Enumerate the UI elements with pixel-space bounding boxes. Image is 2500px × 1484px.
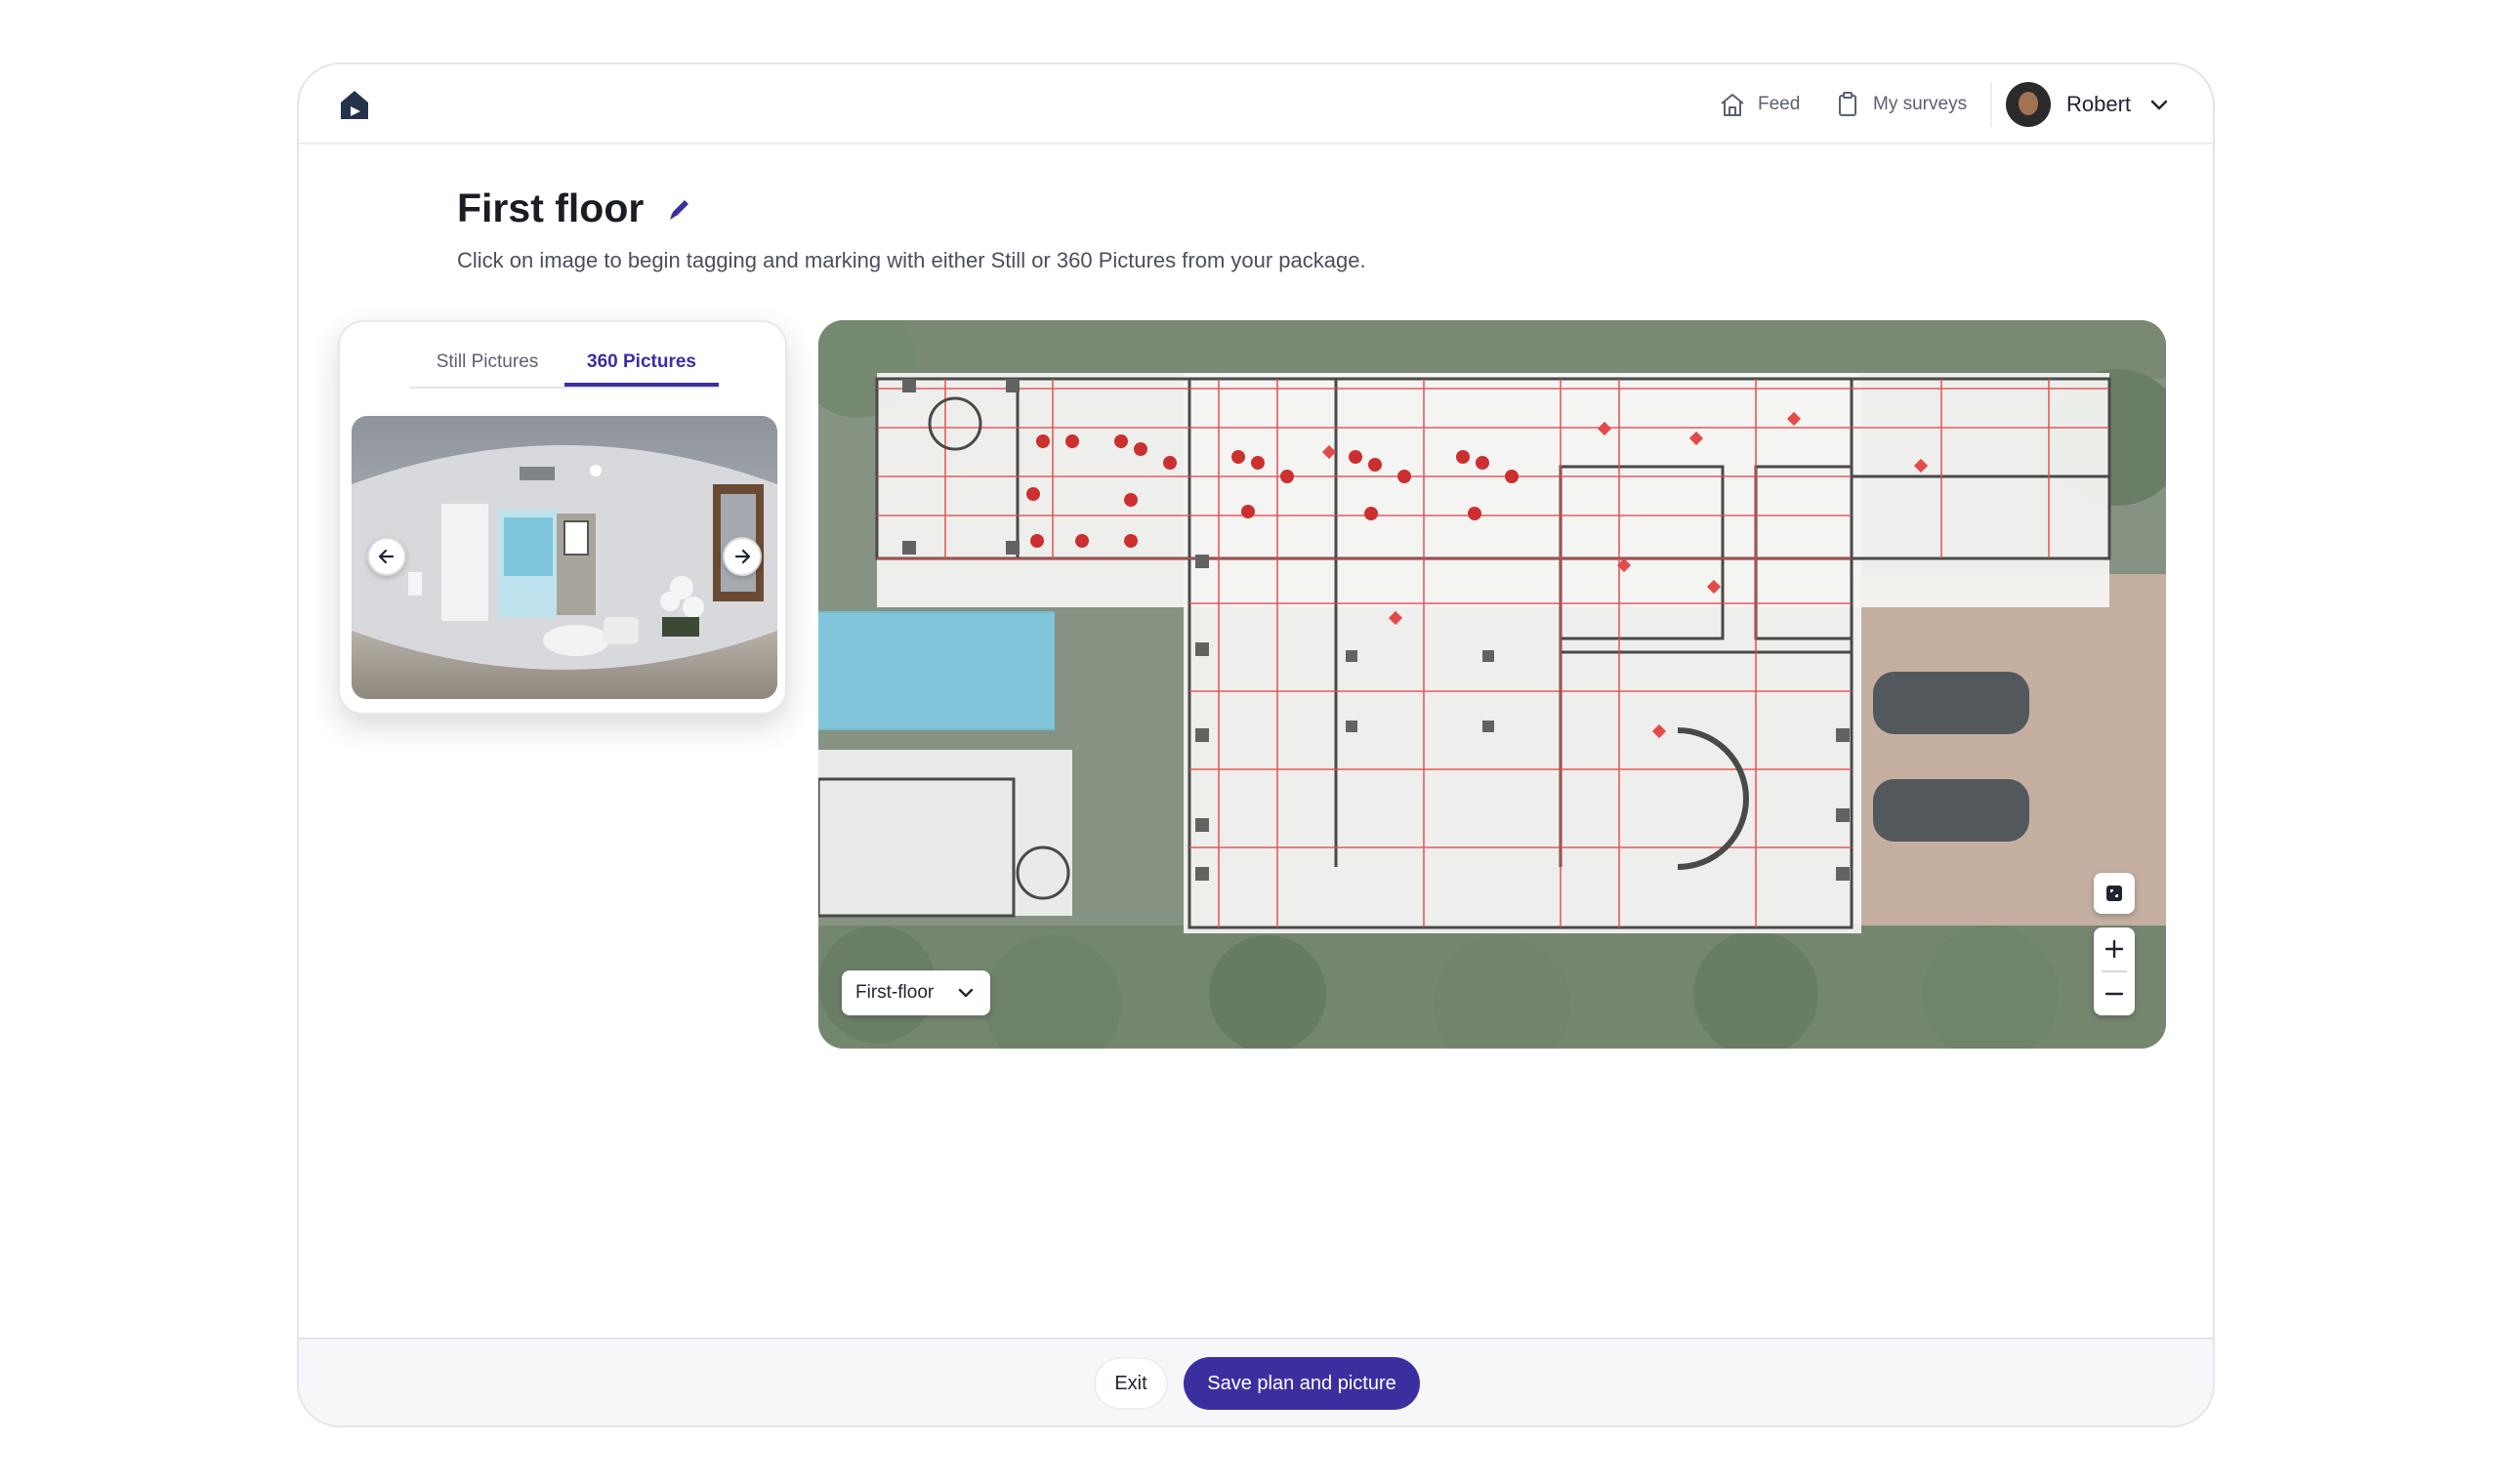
footer-action-bar: Exit Save plan and picture — [299, 1338, 2213, 1425]
page-title: First floor — [457, 186, 645, 230]
home-icon — [1721, 94, 1744, 116]
top-navigation-bar: Feed My surveys Robert — [299, 64, 2213, 144]
nav-feed-link[interactable]: Feed — [1717, 86, 1800, 123]
panorama-preview[interactable] — [352, 416, 777, 699]
app-window: Feed My surveys Robert First floor Click… — [297, 62, 2215, 1427]
clipboard-icon — [1839, 92, 1856, 116]
fullscreen-button[interactable] — [2094, 873, 2135, 914]
zoom-controls — [2094, 928, 2135, 1015]
user-name: Robert — [2066, 92, 2132, 116]
floor-plan-image — [818, 320, 2166, 1049]
arrow-left-icon — [378, 549, 395, 564]
floor-select-value: First-floor — [855, 982, 935, 1003]
floor-select-dropdown[interactable]: First-floor — [842, 970, 990, 1015]
nav-feed-label: Feed — [1758, 94, 1801, 114]
minus-icon — [2104, 992, 2124, 996]
nav-divider — [1990, 82, 1992, 127]
zoom-out-button[interactable] — [2094, 972, 2135, 1015]
nav-my-surveys-label: My surveys — [1873, 94, 1968, 114]
house-logo-icon[interactable] — [336, 86, 373, 123]
next-picture-button[interactable] — [723, 537, 762, 576]
picture-panel: Still Pictures 360 Pictures — [338, 320, 787, 715]
user-menu[interactable]: Robert — [2006, 80, 2172, 129]
nav-my-surveys-link[interactable]: My surveys — [1832, 86, 1967, 123]
save-plan-and-picture-button[interactable]: Save plan and picture — [1184, 1357, 1420, 1410]
chevron-down-icon — [958, 988, 974, 998]
previous-picture-button[interactable] — [367, 537, 406, 576]
exit-button[interactable]: Exit — [1094, 1357, 1168, 1410]
pencil-edit-icon[interactable] — [665, 194, 694, 224]
chevron-down-icon[interactable] — [2146, 92, 2172, 117]
plus-icon — [2104, 939, 2124, 959]
fullscreen-icon — [2106, 886, 2122, 901]
avatar — [2006, 82, 2051, 127]
arrow-right-icon — [734, 549, 751, 564]
tab-360-pictures[interactable]: 360 Pictures — [564, 340, 719, 387]
page-subtitle: Click on image to begin tagging and mark… — [457, 248, 1366, 272]
panorama-image — [352, 416, 777, 699]
picture-tabs: Still Pictures 360 Pictures — [410, 340, 719, 389]
page-title-row: First floor — [457, 186, 694, 231]
tab-still-pictures[interactable]: Still Pictures — [410, 340, 564, 387]
zoom-in-button[interactable] — [2094, 928, 2135, 970]
floor-plan-viewer[interactable]: First-floor — [818, 320, 2166, 1049]
